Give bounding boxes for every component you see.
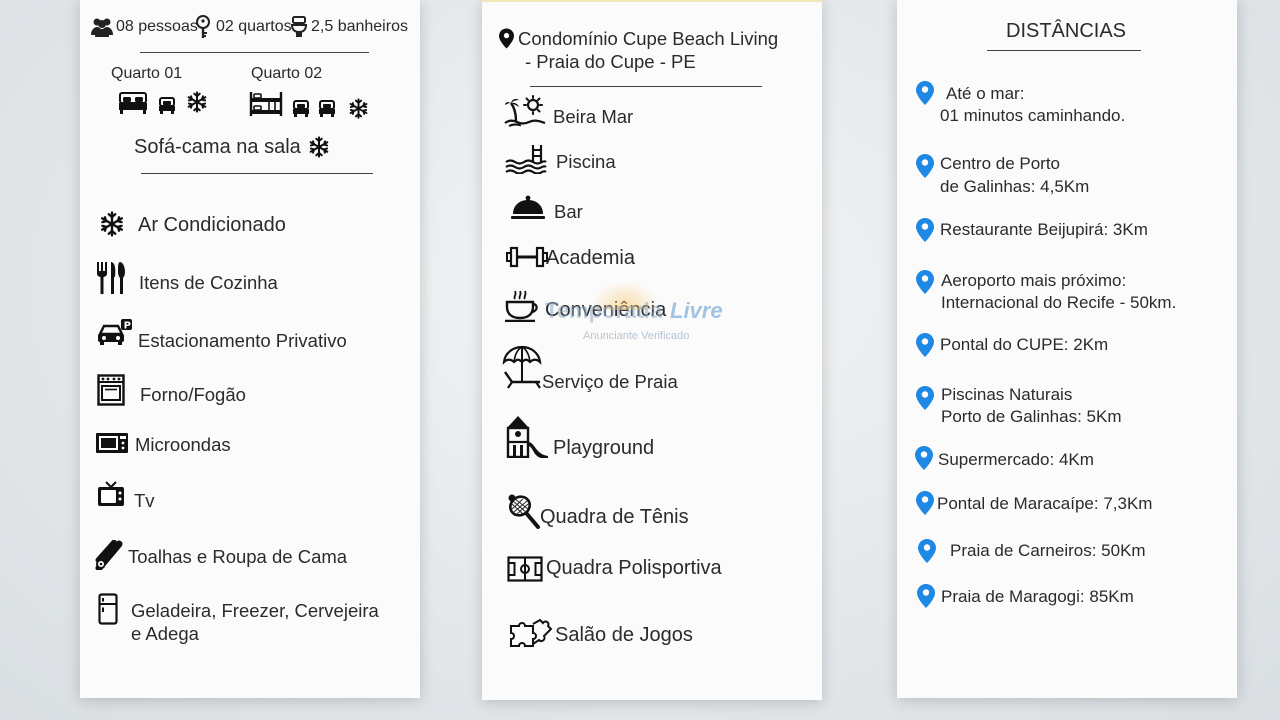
distance-center-line2: de Galinhas: 4,5Km — [940, 177, 1090, 196]
distance-sea-line2: 01 minutos caminhando. — [940, 106, 1126, 125]
amenity-private-parking: Estacionamento Privativo — [138, 330, 347, 351]
snowflake-icon — [186, 91, 208, 113]
location-pin-icon — [916, 491, 934, 515]
feature-beachfront: Beira Mar — [553, 106, 634, 127]
feature-pool: Piscina — [556, 151, 616, 172]
dumbbell-icon — [506, 246, 548, 268]
sofa-bed-label: Sofá-cama na sala — [134, 136, 301, 158]
cutlery-icon — [97, 262, 125, 294]
divider — [530, 86, 762, 87]
divider — [141, 173, 373, 174]
cloche-icon — [511, 195, 545, 219]
distance-maragogi: Praia de Maragogi: 85Km — [941, 587, 1134, 606]
location-pin-icon — [916, 81, 934, 105]
distance-carneiros: Praia de Carneiros: 50Km — [950, 541, 1146, 560]
location-pin-icon — [918, 539, 936, 563]
toilet-icon — [291, 16, 307, 37]
location-pin-icon — [916, 218, 934, 242]
distance-natural-pools-line2: Porto de Galinhas: 5Km — [941, 407, 1122, 426]
location-pin-icon — [499, 28, 514, 49]
watermark-subtitle: Anunciante Verificado — [583, 330, 690, 342]
amenity-fridge-line2: e Adega — [131, 623, 199, 644]
distance-natural-pools-line1: Piscinas Naturais — [941, 385, 1073, 404]
feature-playground: Playground — [553, 437, 655, 459]
watermark-brand-accent: Livre — [670, 298, 723, 323]
puzzle-icon — [510, 618, 553, 647]
distance-airport-line1: Aeroporto mais próximo: — [941, 271, 1127, 290]
baths-count: 2,5 banheiros — [311, 18, 408, 35]
amenity-air-conditioning: Ar Condicionado — [138, 214, 286, 236]
coffee-cup-icon — [505, 290, 538, 322]
beach-sun-icon — [504, 95, 546, 127]
location-pin-icon — [916, 270, 934, 294]
umbrella-chair-icon — [502, 345, 542, 389]
tennis-racket-icon — [508, 494, 540, 529]
amenity-microwave: Microondas — [135, 434, 231, 455]
snowflake-icon — [99, 211, 125, 237]
room1-label: Quarto 01 — [111, 65, 183, 82]
tv-icon — [98, 481, 124, 506]
amenity-tv: Tv — [134, 490, 155, 511]
towels-icon — [95, 540, 123, 570]
pool-icon — [505, 145, 547, 174]
distance-airport-line2: Internacional do Recife - 50km. — [941, 293, 1177, 312]
playground-icon — [506, 416, 548, 458]
snowflake-icon — [308, 136, 330, 158]
rooms-count: 02 quartos — [216, 18, 292, 35]
microwave-icon — [96, 433, 128, 453]
feature-multisport-court: Quadra Polisportiva — [546, 557, 722, 579]
distance-supermarket: Supermercado: 4Km — [938, 450, 1094, 469]
amenity-towels-linen: Toalhas e Roupa de Cama — [128, 546, 348, 567]
single-bed-icon — [159, 97, 175, 114]
snowflake-icon — [348, 98, 369, 119]
amenity-kitchen: Itens de Cozinha — [139, 272, 278, 293]
amenity-stove: Forno/Fogão — [140, 384, 246, 405]
people-icon — [91, 18, 113, 37]
fridge-icon — [98, 593, 118, 625]
divider — [987, 50, 1141, 51]
distance-center-line1: Centro de Porto — [940, 154, 1061, 173]
double-bed-icon — [119, 92, 147, 114]
svg-text:P: P — [124, 321, 131, 332]
distance-sea-line1: Até o mar: — [946, 84, 1025, 103]
single-bed-icon — [293, 100, 309, 117]
bunk-bed-icon — [249, 92, 283, 116]
distance-maracaipe: Pontal de Maracaípe: 7,3Km — [937, 494, 1153, 513]
location-line1: Condomínio Cupe Beach Living — [518, 28, 779, 49]
distance-restaurant: Restaurante Beijupirá: 3Km — [940, 220, 1148, 239]
single-bed-icon — [319, 100, 335, 117]
feature-game-room: Salão de Jogos — [555, 624, 693, 646]
sports-court-icon — [507, 556, 543, 582]
feature-tennis-court: Quadra de Tênis — [540, 506, 689, 528]
feature-beach-service: Serviço de Praia — [542, 371, 678, 392]
people-count: 08 pessoas — [116, 18, 198, 35]
amenity-fridge: Geladeira, Freezer, Cervejeira — [131, 600, 379, 621]
room2-label: Quarto 02 — [251, 65, 323, 82]
divider — [140, 52, 369, 53]
stove-icon — [97, 374, 125, 406]
location-pin-icon — [915, 446, 933, 470]
location-pin-icon — [916, 333, 934, 357]
distance-pontal-cupe: Pontal do CUPE: 2Km — [940, 335, 1109, 354]
distances-title: DISTÂNCIAS — [1006, 20, 1127, 42]
location-pin-icon — [916, 154, 934, 178]
feature-bar: Bar — [554, 201, 583, 222]
feature-gym: Academia — [546, 247, 635, 269]
location-pin-icon — [916, 386, 934, 410]
watermark-brand: Temporada — [545, 298, 662, 323]
location-pin-icon — [917, 584, 935, 608]
location-line2: - Praia do Cupe - PE — [525, 51, 696, 72]
key-icon — [196, 15, 210, 38]
parking-car-icon: P — [98, 319, 132, 345]
